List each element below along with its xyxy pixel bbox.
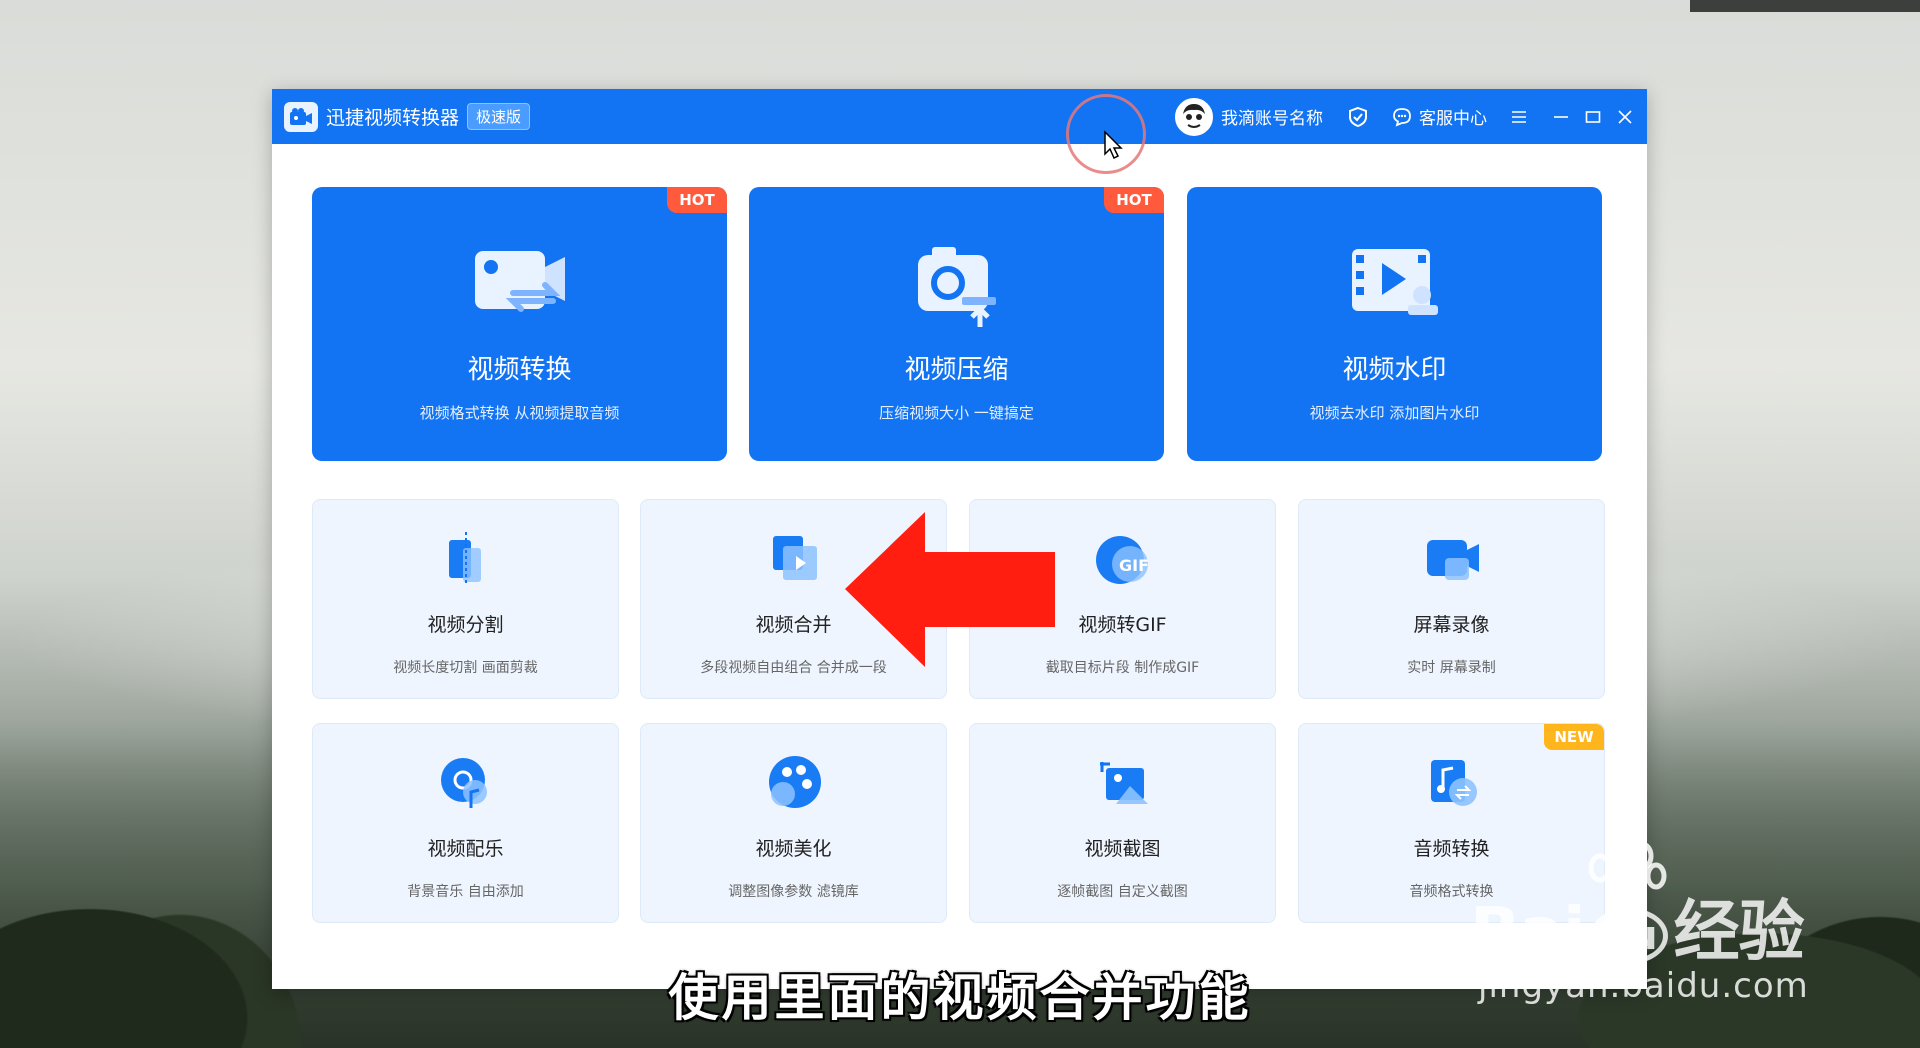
palette-icon <box>761 752 827 812</box>
watermark-du-mark: du <box>1590 907 1668 964</box>
new-badge: NEW <box>1544 724 1604 750</box>
hot-badge: HOT <box>1104 187 1164 213</box>
minimize-icon <box>1554 115 1568 118</box>
feature-card-video-compress[interactable]: HOT 视频压缩 压缩视频大小 一键搞定 <box>749 187 1164 461</box>
red-arrow-annotation <box>845 512 1055 667</box>
feature-subtitle: 压缩视频大小 一键搞定 <box>879 404 1034 422</box>
customer-service-button[interactable]: 客服中心 <box>1389 104 1487 130</box>
edition-badge: 极速版 <box>467 103 531 130</box>
title-bar-controls: 我滴账号名称 客服中心 <box>1175 89 1639 144</box>
watermark-brand-cn: 经验 <box>1673 893 1805 970</box>
tool-subtitle: 实时 屏幕录制 <box>1407 660 1496 676</box>
screen-corner-bar <box>1690 0 1920 12</box>
vip-shield-icon[interactable] <box>1345 104 1371 130</box>
maximize-icon <box>1585 110 1601 123</box>
baidu-watermark: Bai du 经验 jingyan.baidu.com <box>1470 838 1830 1008</box>
app-logo-icon <box>284 101 318 132</box>
screenshot-icon <box>1090 752 1156 812</box>
hot-badge: HOT <box>667 187 727 213</box>
feature-title: 视频转换 <box>467 355 572 385</box>
video-compress-icon <box>902 237 1012 332</box>
tool-subtitle: 背景音乐 自由添加 <box>407 884 524 900</box>
menu-button[interactable] <box>1505 103 1533 131</box>
watermark-brand-latin: Bai <box>1470 893 1585 970</box>
watermark-site: jingyan.baidu.com <box>1478 966 1809 1006</box>
video-convert-icon <box>465 237 575 332</box>
tool-title: 视频美化 <box>755 838 832 860</box>
minimize-button[interactable] <box>1547 103 1575 131</box>
feature-title: 视频压缩 <box>904 355 1009 385</box>
tool-title: 视频分割 <box>427 614 504 636</box>
account-name[interactable]: 我滴账号名称 <box>1221 104 1323 129</box>
tool-subtitle: 视频长度切割 画面剪裁 <box>393 660 538 676</box>
feature-title: 视频水印 <box>1342 355 1447 385</box>
screen-record-icon <box>1419 528 1485 588</box>
tool-subtitle: 逐帧截图 自定义截图 <box>1057 884 1188 900</box>
tool-card-screen-record[interactable]: 屏幕录像 实时 屏幕录制 <box>1298 499 1605 699</box>
chat-bubble-icon <box>1389 104 1415 130</box>
maximize-button[interactable] <box>1579 103 1607 131</box>
tool-title: 视频配乐 <box>427 838 504 860</box>
avatar[interactable] <box>1175 97 1213 136</box>
close-icon <box>1618 109 1632 124</box>
video-merge-icon <box>761 528 827 588</box>
svg-text:GIF: GIF <box>1119 556 1149 575</box>
tool-card-video-screenshot[interactable]: 视频截图 逐帧截图 自定义截图 <box>969 723 1276 923</box>
close-button[interactable] <box>1611 103 1639 131</box>
music-icon <box>433 752 499 812</box>
tool-card-video-beautify[interactable]: 视频美化 调整图像参数 滤镜库 <box>640 723 947 923</box>
customer-service-label: 客服中心 <box>1419 109 1487 129</box>
feature-card-video-watermark[interactable]: 视频水印 视频去水印 添加图片水印 <box>1187 187 1602 461</box>
feature-subtitle: 视频去水印 添加图片水印 <box>1309 404 1480 422</box>
app-title: 迅捷视频转换器 <box>326 107 460 129</box>
feature-card-video-convert[interactable]: HOT 视频转换 视频格式转换 从视频提取音频 <box>312 187 727 461</box>
tool-card-video-split[interactable]: 视频分割 视频长度切割 画面剪裁 <box>312 499 619 699</box>
tool-title: 视频截图 <box>1084 838 1161 860</box>
tool-title: 屏幕录像 <box>1413 614 1490 636</box>
watermark-brand: Bai du 经验 <box>1470 878 1805 974</box>
video-split-icon <box>433 528 499 588</box>
tool-card-video-music[interactable]: 视频配乐 背景音乐 自由添加 <box>312 723 619 923</box>
video-watermark-icon <box>1340 237 1450 332</box>
gif-icon: GIF <box>1090 528 1156 588</box>
title-bar: 迅捷视频转换器 极速版 我滴账号名称 客服中心 <box>272 89 1647 144</box>
audio-convert-icon <box>1419 752 1485 812</box>
mouse-cursor-icon <box>1104 130 1123 160</box>
tool-subtitle: 调整图像参数 滤镜库 <box>728 884 859 900</box>
menu-icon <box>1512 110 1526 123</box>
feature-subtitle: 视频格式转换 从视频提取音频 <box>419 404 620 422</box>
